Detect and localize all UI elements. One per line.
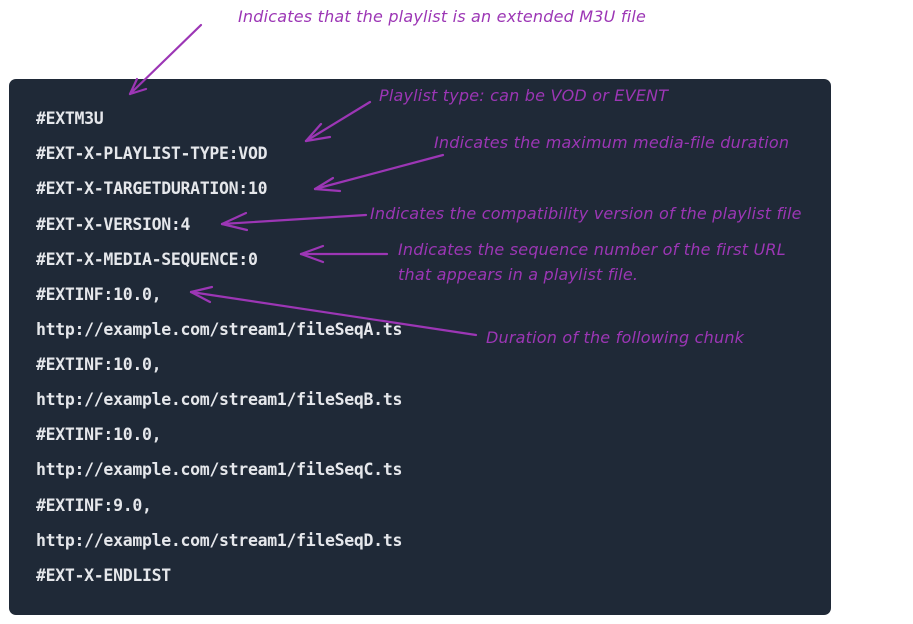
code-line-playlist-type: #EXT-X-PLAYLIST-TYPE:VOD: [36, 144, 268, 163]
code-line-extinf: #EXTINF:9.0,: [36, 496, 152, 515]
annotation-extinf: Duration of the following chunk: [486, 328, 745, 347]
code-line-media-sequence: #EXT-X-MEDIA-SEQUENCE:0: [36, 250, 258, 269]
code-line-target-duration: #EXT-X-TARGETDURATION:10: [36, 179, 268, 198]
code-line-url: http://example.com/stream1/fileSeqA.ts: [36, 320, 403, 339]
annotation-playlist-type: Playlist type: can be VOD or EVENT: [379, 86, 669, 105]
code-line-extinf: #EXTINF:10.0,: [36, 355, 162, 374]
code-line-url: http://example.com/stream1/fileSeqD.ts: [36, 531, 403, 550]
annotation-version: Indicates the compatibility version of t…: [370, 204, 802, 223]
code-line-version: #EXT-X-VERSION:4: [36, 215, 191, 234]
code-line-url: http://example.com/stream1/fileSeqC.ts: [36, 460, 403, 479]
annotation-media-sequence-line2: that appears in a playlist file.: [398, 265, 639, 284]
code-line-url: http://example.com/stream1/fileSeqB.ts: [36, 390, 403, 409]
code-line-extinf: #EXTINF:10.0,: [36, 425, 162, 444]
code-line-endlist: #EXT-X-ENDLIST: [36, 566, 171, 585]
annotation-media-sequence-line1: Indicates the sequence number of the fir…: [398, 240, 786, 259]
annotation-target-duration: Indicates the maximum media-file duratio…: [434, 133, 790, 152]
code-line-extm3u: #EXTM3U: [36, 109, 104, 128]
code-line-extinf: #EXTINF:10.0,: [36, 285, 162, 304]
annotation-extm3u: Indicates that the playlist is an extend…: [238, 7, 647, 26]
